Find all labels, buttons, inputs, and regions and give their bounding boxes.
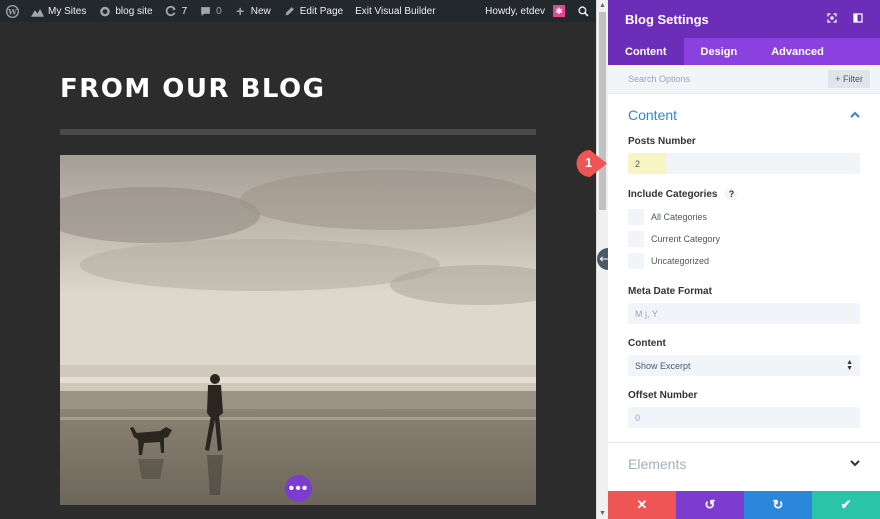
category-checkbox[interactable] — [628, 253, 644, 269]
search-button[interactable] — [571, 0, 596, 22]
site-name-menu[interactable]: blog site — [92, 0, 158, 22]
close-icon: ✕ — [636, 497, 648, 512]
new-label: New — [250, 5, 271, 17]
sites-icon — [31, 5, 44, 18]
check-icon: ✔ — [840, 497, 852, 512]
elements-section-title: Elements — [628, 456, 687, 472]
adminbar-right: Howdy, etdev ✱ — [479, 0, 596, 22]
exit-visual-builder-link[interactable]: Exit Visual Builder — [349, 0, 441, 22]
category-label: Uncategorized — [651, 256, 710, 266]
search-options-row: Search Options + Filter — [608, 65, 880, 94]
blog-section-title: FROM OUR BLOG — [60, 74, 326, 104]
scroll-down-icon[interactable]: ▼ — [599, 510, 606, 517]
panel-actions — [827, 12, 863, 26]
step-callout-number: 1 — [585, 155, 593, 170]
new-content-menu[interactable]: + New — [228, 0, 277, 22]
wp-admin-bar: W My Sites blog site 7 0 + New Edit Page… — [0, 0, 596, 22]
select-arrows-icon: ▲ ▼ — [846, 358, 853, 372]
wordpress-logo-button[interactable]: W — [0, 0, 25, 22]
edit-page-link[interactable]: Edit Page — [277, 0, 349, 22]
filter-label: Filter — [843, 74, 863, 84]
blog-settings-panel: Blog Settings Content Design Advanced Se… — [608, 0, 880, 519]
content-section-toggle[interactable]: Content — [628, 94, 860, 136]
refresh-icon — [165, 5, 178, 18]
discard-button[interactable]: ✕ — [608, 491, 676, 519]
comments-menu[interactable]: 0 — [193, 0, 228, 22]
content-section-title: Content — [628, 107, 678, 123]
content-select-value: Show Excerpt — [635, 360, 691, 371]
chevron-up-icon — [850, 109, 860, 121]
redo-button[interactable]: ↻ — [744, 491, 812, 519]
include-categories-label: Include Categories ? — [628, 188, 860, 200]
edit-page-label: Edit Page — [299, 5, 344, 17]
category-checkbox[interactable] — [628, 231, 644, 247]
howdy-label: Howdy, etdev — [485, 5, 545, 17]
content-select[interactable]: Show Excerpt ▲ ▼ — [628, 355, 860, 376]
category-checkbox[interactable] — [628, 209, 644, 225]
screen: W My Sites blog site 7 0 + New Edit Page… — [0, 0, 880, 519]
meta-date-format-input[interactable]: M j, Y — [628, 303, 860, 324]
svg-text:W: W — [7, 7, 17, 16]
page-canvas: FROM OUR BLOG ••• — [0, 22, 596, 519]
undo-button[interactable]: ↺ — [676, 491, 744, 519]
expand-icon[interactable] — [827, 12, 837, 26]
updates-count: 7 — [181, 5, 188, 17]
category-option-all[interactable]: All Categories — [628, 206, 860, 228]
undo-icon: ↺ — [704, 497, 716, 512]
wordpress-icon: W — [6, 4, 19, 18]
exit-builder-label: Exit Visual Builder — [355, 5, 436, 17]
comment-icon — [199, 5, 212, 18]
category-option-uncategorized[interactable]: Uncategorized — [628, 250, 860, 272]
offset-number-input[interactable]: 0 — [628, 407, 860, 428]
category-label: All Categories — [651, 212, 708, 222]
blog-post-image[interactable] — [60, 155, 536, 505]
my-sites-label: My Sites — [48, 5, 87, 17]
posts-number-label: Posts Number — [628, 136, 696, 147]
plus-icon: + — [236, 3, 245, 19]
meta-date-format-label: Meta Date Format — [628, 286, 712, 297]
account-menu[interactable]: Howdy, etdev ✱ — [479, 0, 571, 22]
include-categories-text: Include Categories — [628, 188, 718, 200]
more-dots-icon: ••• — [288, 479, 309, 497]
filter-button[interactable]: + Filter — [828, 70, 870, 88]
panel-footer: ✕ ↺ ↻ ✔ — [608, 491, 880, 519]
dock-sidebar-icon[interactable] — [853, 12, 863, 26]
category-label: Current Category — [651, 234, 721, 244]
title-divider — [60, 129, 536, 135]
save-button[interactable]: ✔ — [812, 491, 880, 519]
panel-title: Blog Settings — [625, 11, 709, 27]
category-option-current[interactable]: Current Category — [628, 228, 860, 250]
search-icon — [577, 5, 590, 18]
posts-number-input[interactable]: 2 — [628, 153, 860, 174]
comments-count: 0 — [216, 5, 222, 17]
my-sites-menu[interactable]: My Sites — [25, 0, 92, 22]
step-callout: 1 — [576, 149, 608, 178]
elements-section-toggle[interactable]: Elements — [628, 443, 860, 485]
pencil-icon — [283, 5, 296, 18]
elements-section: Elements — [608, 443, 880, 485]
avatar: ✱ — [553, 5, 565, 17]
panel-header: Blog Settings — [608, 0, 880, 38]
tab-content[interactable]: Content — [608, 38, 684, 65]
module-options-button[interactable]: ••• — [285, 475, 312, 502]
scroll-up-icon[interactable]: ▲ — [599, 2, 606, 9]
search-options-input[interactable]: Search Options — [628, 74, 828, 84]
help-icon[interactable]: ? — [725, 188, 738, 200]
redo-icon: ↻ — [772, 497, 784, 512]
offset-number-label: Offset Number — [628, 390, 698, 401]
chevron-down-icon — [850, 458, 860, 470]
tab-design[interactable]: Design — [684, 38, 755, 65]
panel-tabs: Content Design Advanced — [608, 38, 880, 65]
content-section: Content Posts Number 2 Include Categorie… — [608, 94, 880, 428]
tab-advanced[interactable]: Advanced — [754, 38, 841, 65]
scroll-thumb[interactable] — [599, 12, 606, 210]
dashboard-icon — [98, 5, 111, 18]
content-select-label: Content — [628, 338, 666, 349]
updates-menu[interactable]: 7 — [159, 0, 194, 22]
plus-icon: + — [835, 74, 843, 84]
site-name-label: blog site — [115, 5, 153, 17]
